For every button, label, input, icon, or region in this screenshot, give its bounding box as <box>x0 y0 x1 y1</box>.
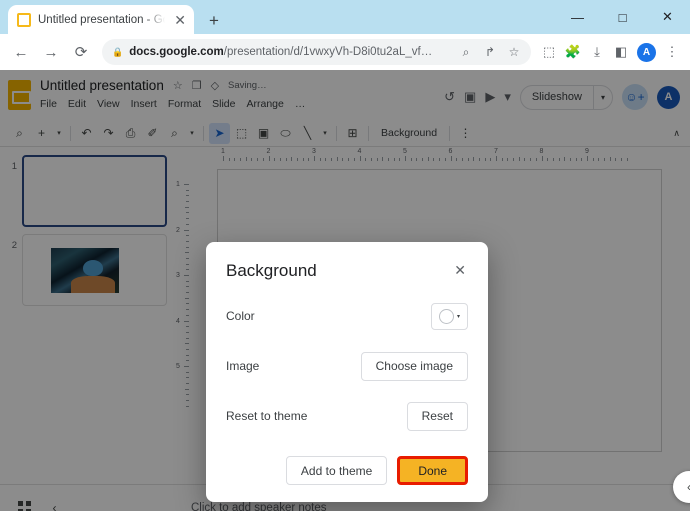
back-button[interactable]: ← <box>7 38 35 66</box>
image-row: Image Choose image <box>226 351 468 381</box>
url-domain: docs.google.com <box>129 46 224 58</box>
search-icon[interactable]: ⌕ <box>457 45 475 60</box>
browser-menu-icon[interactable]: ⋮ <box>661 39 683 65</box>
color-label: Color <box>226 309 255 323</box>
downloads-icon[interactable]: ⤓ <box>586 39 608 65</box>
tab-search-chevron-icon[interactable]: ⱟ <box>510 0 555 34</box>
close-icon[interactable]: ✕ <box>452 261 468 279</box>
reset-button[interactable]: Reset <box>407 402 468 431</box>
choose-image-button[interactable]: Choose image <box>361 352 468 381</box>
dialog-footer: Add to theme Done <box>226 456 468 485</box>
tab-title: Untitled presentation - Google S <box>38 14 165 26</box>
cast-icon[interactable]: ⬚ <box>538 39 560 65</box>
browser-tab[interactable]: Untitled presentation - Google S ✕ <box>8 5 194 34</box>
url-path: /presentation/d/1vwxyVh-D8i0tu2aL_vf… <box>224 46 432 58</box>
bookmark-star-icon[interactable]: ☆ <box>505 45 523 59</box>
reload-button[interactable]: ⟳ <box>67 38 95 66</box>
new-tab-button[interactable]: + <box>204 12 224 29</box>
color-swatch <box>439 309 454 324</box>
close-tab-icon[interactable]: ✕ <box>172 13 188 27</box>
color-row: Color ▾ <box>226 301 468 331</box>
reset-row: Reset to theme Reset <box>226 401 468 431</box>
dialog-title: Background <box>226 261 317 281</box>
slides-favicon-icon <box>17 13 31 27</box>
reset-to-theme-label: Reset to theme <box>226 409 307 423</box>
background-dialog: Background ✕ Color ▾ Image Choose image … <box>206 242 488 502</box>
close-window-button[interactable]: ✕ <box>645 0 690 34</box>
color-picker-button[interactable]: ▾ <box>431 303 468 330</box>
share-icon[interactable]: ↱ <box>481 45 499 59</box>
chevron-down-icon: ▾ <box>457 313 460 320</box>
done-button[interactable]: Done <box>397 456 468 485</box>
extensions-icon[interactable]: 🧩 <box>562 39 584 65</box>
address-bar[interactable]: 🔒 docs.google.com/presentation/d/1vwxyVh… <box>102 39 531 65</box>
url-text: docs.google.com/presentation/d/1vwxyVh-D… <box>129 46 451 58</box>
browser-toolbar: ← → ⟳ 🔒 docs.google.com/presentation/d/1… <box>0 34 690 70</box>
browser-window: Untitled presentation - Google S ✕ + ⱟ —… <box>0 0 690 511</box>
minimize-button[interactable]: — <box>555 0 600 34</box>
maximize-button[interactable]: □ <box>600 0 645 34</box>
profile-avatar[interactable]: A <box>637 43 656 62</box>
dialog-header: Background ✕ <box>226 261 468 281</box>
add-to-theme-button[interactable]: Add to theme <box>286 456 387 485</box>
window-controls: ⱟ — □ ✕ <box>510 0 690 34</box>
side-panel-icon[interactable]: ◧ <box>610 39 632 65</box>
lock-icon: 🔒 <box>112 47 123 58</box>
forward-button[interactable]: → <box>37 38 65 66</box>
tab-strip: Untitled presentation - Google S ✕ + ⱟ —… <box>0 0 690 34</box>
image-label: Image <box>226 359 259 373</box>
slides-app: Untitled presentation ☆ ❐ ◇ Saving… File… <box>0 70 690 511</box>
